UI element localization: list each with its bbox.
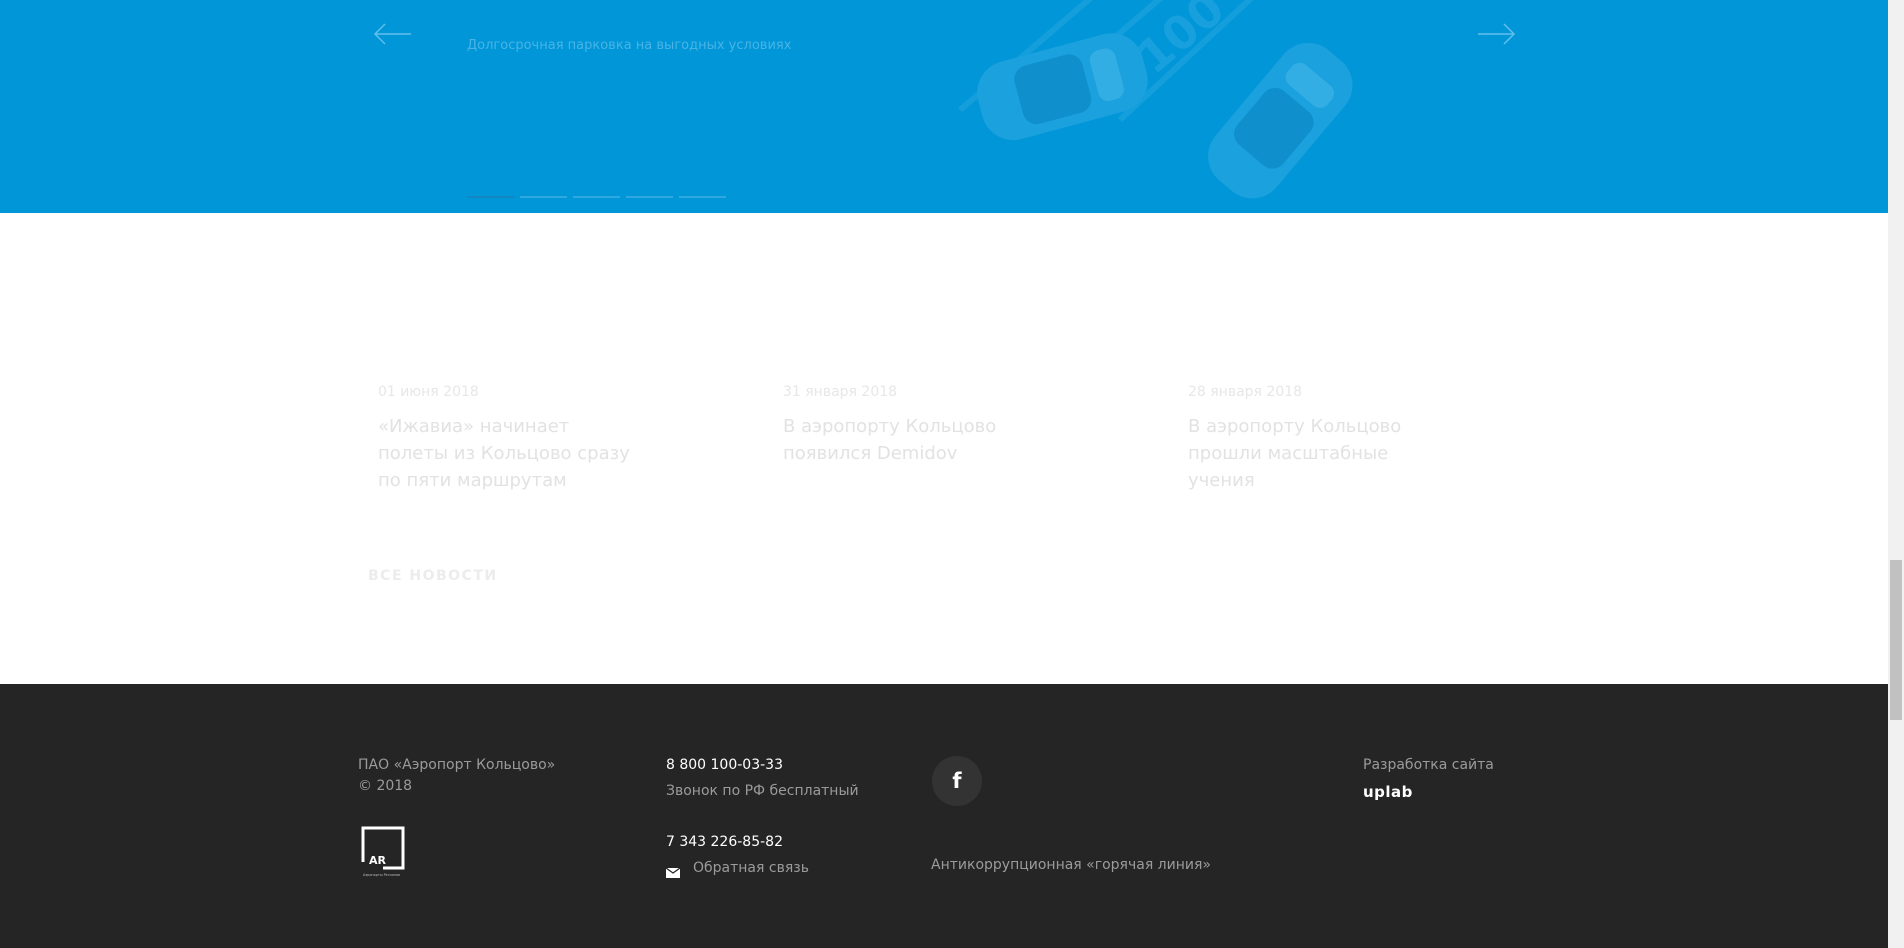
news-card[interactable]: 28 января 2018 В аэропорту Кольцово прош…: [1188, 384, 1468, 494]
logo-subtext: Аэропорты Регионов: [363, 873, 400, 877]
parking-illustration: 100: [930, 0, 1390, 213]
slider-dot[interactable]: [626, 196, 673, 198]
developer-link[interactable]: uplab: [1363, 783, 1413, 801]
footer: [0, 684, 1888, 948]
slider-next-arrow-icon[interactable]: [1476, 22, 1516, 46]
slider-dot[interactable]: [573, 196, 620, 198]
slider-pagination: [467, 196, 726, 198]
airports-of-regions-logo[interactable]: AR Аэропорты Регионов: [361, 826, 405, 882]
company-name: ПАО «Аэропорт Кольцово»: [358, 757, 556, 773]
copyright: © 2018: [358, 778, 413, 794]
news-title[interactable]: «Ижавиа» начинает полеты из Кольцово сра…: [378, 413, 638, 494]
phone-free-note: Звонок по РФ бесплатный: [666, 783, 859, 799]
news-date: 28 января 2018: [1188, 384, 1303, 400]
slider-prev-arrow-icon[interactable]: [373, 22, 413, 46]
news-card[interactable]: 01 июня 2018 «Ижавиа» начинает полеты из…: [378, 384, 658, 494]
slide-caption: Долгосрочная парковка на выгодных услови…: [467, 38, 792, 53]
news-section: 01 июня 2018 «Ижавиа» начинает полеты из…: [0, 213, 1888, 684]
slider-dot[interactable]: [679, 196, 726, 198]
slider-dot[interactable]: [520, 196, 567, 198]
envelope-icon: [665, 863, 681, 882]
promo-slider: Долгосрочная парковка на выгодных услови…: [0, 0, 1888, 213]
facebook-letter: f: [952, 769, 962, 793]
news-date: 31 января 2018: [783, 384, 898, 400]
page-scrollbar[interactable]: [1888, 0, 1904, 948]
dev-label: Разработка сайта: [1363, 757, 1494, 773]
news-date: 01 июня 2018: [378, 384, 479, 400]
news-title[interactable]: В аэропорту Кольцово появился Demidov: [783, 413, 1003, 467]
facebook-icon[interactable]: f: [932, 756, 982, 806]
feedback-link[interactable]: Обратная связь: [693, 860, 809, 876]
all-news-link[interactable]: ВСЕ НОВОСТИ: [368, 568, 498, 584]
phone-free[interactable]: 8 800 100-03-33: [666, 757, 783, 773]
scrollbar-thumb[interactable]: [1890, 560, 1902, 720]
logo-text: AR: [369, 854, 387, 867]
news-card[interactable]: 31 января 2018 В аэропорту Кольцово появ…: [783, 384, 1063, 467]
news-title[interactable]: В аэропорту Кольцово прошли масштабные у…: [1188, 413, 1438, 494]
anticorruption-hotline-link[interactable]: Антикоррупционная «горячая линия»: [931, 857, 1211, 873]
phone-local[interactable]: 7 343 226-85-82: [666, 834, 783, 850]
slider-dot[interactable]: [467, 196, 514, 198]
